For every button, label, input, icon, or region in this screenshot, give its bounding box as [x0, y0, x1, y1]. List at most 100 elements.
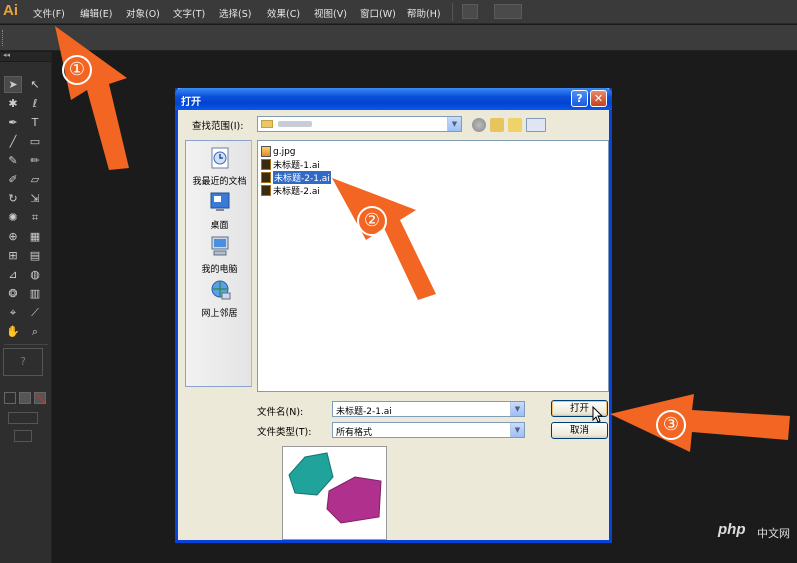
- type-tool-icon[interactable]: T: [26, 114, 44, 131]
- watermark-brand: php: [718, 521, 746, 538]
- menu-separator: [452, 3, 453, 21]
- menu-effect[interactable]: 效果(C): [267, 6, 300, 20]
- file-name: g.jpg: [273, 146, 296, 157]
- line-tool-icon[interactable]: ╱: [4, 133, 22, 150]
- mesh-tool-icon[interactable]: ⊞: [4, 247, 22, 264]
- ai-file-icon: [261, 172, 271, 183]
- menu-edit[interactable]: 编辑(E): [80, 6, 112, 20]
- menu-object[interactable]: 对象(O): [126, 6, 160, 20]
- place-desktop[interactable]: 桌面: [186, 191, 253, 231]
- view-menu-icon[interactable]: [526, 118, 546, 132]
- chevron-down-icon[interactable]: ▼: [447, 117, 461, 131]
- chevron-down-icon[interactable]: ▼: [510, 423, 524, 437]
- look-in-combo[interactable]: ▼: [257, 116, 462, 132]
- new-folder-icon[interactable]: [508, 118, 522, 132]
- shape-builder-tool-icon[interactable]: ⊕: [4, 228, 22, 245]
- menu-type[interactable]: 文字(T): [173, 6, 205, 20]
- filename-value[interactable]: 未标题-2-1.ai: [336, 404, 392, 417]
- column-graph-tool-icon[interactable]: ▥: [26, 285, 44, 302]
- close-button[interactable]: ✕: [590, 90, 607, 107]
- color-mode-icon[interactable]: [4, 392, 16, 404]
- eyedropper-tool-icon[interactable]: ⊿: [4, 266, 22, 283]
- tools-panel-header[interactable]: ◂◂: [0, 51, 51, 62]
- fill-stroke-swatch[interactable]: ?: [3, 348, 43, 376]
- control-bar-grip[interactable]: [2, 30, 5, 46]
- tools-divider: [4, 344, 48, 345]
- blurred-folder-name: [278, 121, 312, 127]
- up-folder-icon[interactable]: [490, 118, 504, 132]
- artboard-tool-icon[interactable]: ⌖: [4, 304, 22, 321]
- step2-arrow: [332, 178, 436, 300]
- zoom-tool-icon[interactable]: ⌕: [26, 323, 44, 340]
- pencil-tool-icon[interactable]: ✏: [26, 152, 44, 169]
- menu-select[interactable]: 选择(S): [219, 6, 251, 20]
- file-item[interactable]: 未标题-2.ai: [261, 184, 320, 197]
- menu-help[interactable]: 帮助(H): [407, 6, 441, 20]
- place-label: 桌面: [210, 221, 229, 231]
- arrange-documents-icon[interactable]: [494, 4, 522, 19]
- screen-mode-icon[interactable]: [14, 430, 32, 442]
- bridge-icon[interactable]: [462, 4, 478, 19]
- direct-selection-tool-icon[interactable]: ↖: [26, 76, 44, 93]
- watermark-suffix: 中文网: [757, 527, 790, 540]
- gradient-mode-icon[interactable]: [19, 392, 31, 404]
- file-name: 未标题-2.ai: [273, 187, 320, 197]
- ai-file-icon: [261, 159, 271, 170]
- perspective-grid-tool-icon[interactable]: ▦: [26, 228, 44, 245]
- menu-view[interactable]: 视图(V): [314, 6, 347, 20]
- image-file-icon: [261, 146, 271, 157]
- pen-tool-icon[interactable]: ✒: [4, 114, 22, 131]
- rotate-tool-icon[interactable]: ↻: [4, 190, 22, 207]
- lasso-tool-icon[interactable]: ℓ: [26, 95, 44, 112]
- filetype-value: 所有格式: [336, 428, 373, 438]
- my-computer-icon: [211, 236, 228, 256]
- hand-tool-icon[interactable]: ✋: [4, 323, 22, 340]
- collapse-icon[interactable]: ◂◂: [3, 51, 10, 59]
- filename-label: 文件名(N):: [257, 407, 304, 418]
- menu-bar: Ai 文件(F) 编辑(E) 对象(O) 文字(T) 选择(S) 效果(C) 视…: [0, 0, 797, 24]
- symbol-sprayer-tool-icon[interactable]: ❂: [4, 285, 22, 302]
- network-icon: [211, 280, 230, 300]
- step3-arrow: [610, 394, 790, 452]
- open-dialog: 打开 ? ✕ 查找范围(I): ▼ 我最近的文档 桌面 我的电脑 网上邻居 g.…: [175, 88, 612, 543]
- place-recent-documents[interactable]: 我最近的文档: [186, 147, 253, 187]
- free-transform-tool-icon[interactable]: ⌗: [26, 209, 44, 226]
- blend-tool-icon[interactable]: ◍: [26, 266, 44, 283]
- chevron-down-icon[interactable]: ▼: [510, 402, 524, 416]
- warp-tool-icon[interactable]: ✺: [4, 209, 22, 226]
- desktop-icon: [210, 192, 229, 211]
- step1-arrow: [55, 26, 129, 170]
- filetype-label: 文件类型(T):: [257, 427, 312, 438]
- file-name: 未标题-1.ai: [273, 161, 320, 171]
- blob-brush-tool-icon[interactable]: ✐: [4, 171, 22, 188]
- rectangle-tool-icon[interactable]: ▭: [26, 133, 44, 150]
- look-in-label: 查找范围(I):: [192, 121, 244, 132]
- cancel-button[interactable]: 取消: [551, 422, 608, 439]
- back-icon[interactable]: [472, 118, 486, 132]
- filename-combo[interactable]: 未标题-2-1.ai ▼: [332, 401, 525, 417]
- file-preview: [282, 446, 387, 540]
- scale-tool-icon[interactable]: ⇲: [26, 190, 44, 207]
- slice-tool-icon[interactable]: ⟋: [26, 304, 44, 321]
- place-my-computer[interactable]: 我的电脑: [186, 235, 253, 275]
- gradient-tool-icon[interactable]: ▤: [26, 247, 44, 264]
- step1-badge: ①: [62, 55, 92, 85]
- filetype-combo[interactable]: 所有格式 ▼: [332, 422, 525, 438]
- magic-wand-tool-icon[interactable]: ✱: [4, 95, 22, 112]
- eraser-tool-icon[interactable]: ▱: [26, 171, 44, 188]
- step3-badge: ③: [656, 410, 686, 440]
- selection-tool-icon[interactable]: ➤: [4, 76, 22, 93]
- none-mode-icon[interactable]: [34, 392, 46, 404]
- dialog-titlebar[interactable]: 打开 ? ✕: [175, 88, 612, 110]
- help-button[interactable]: ?: [571, 90, 588, 107]
- preview-thumbnail: [288, 452, 382, 524]
- place-network[interactable]: 网上邻居: [186, 279, 253, 319]
- file-item-selected[interactable]: 未标题-2-1.ai: [261, 170, 332, 185]
- paintbrush-tool-icon[interactable]: ✎: [4, 152, 22, 169]
- file-item[interactable]: g.jpg: [261, 145, 296, 158]
- places-bar: 我最近的文档 桌面 我的电脑 网上邻居: [185, 140, 252, 387]
- drawing-mode-icon[interactable]: [8, 412, 38, 424]
- menu-window[interactable]: 窗口(W): [360, 6, 396, 20]
- file-item[interactable]: 未标题-1.ai: [261, 158, 320, 171]
- menu-file[interactable]: 文件(F): [33, 6, 65, 20]
